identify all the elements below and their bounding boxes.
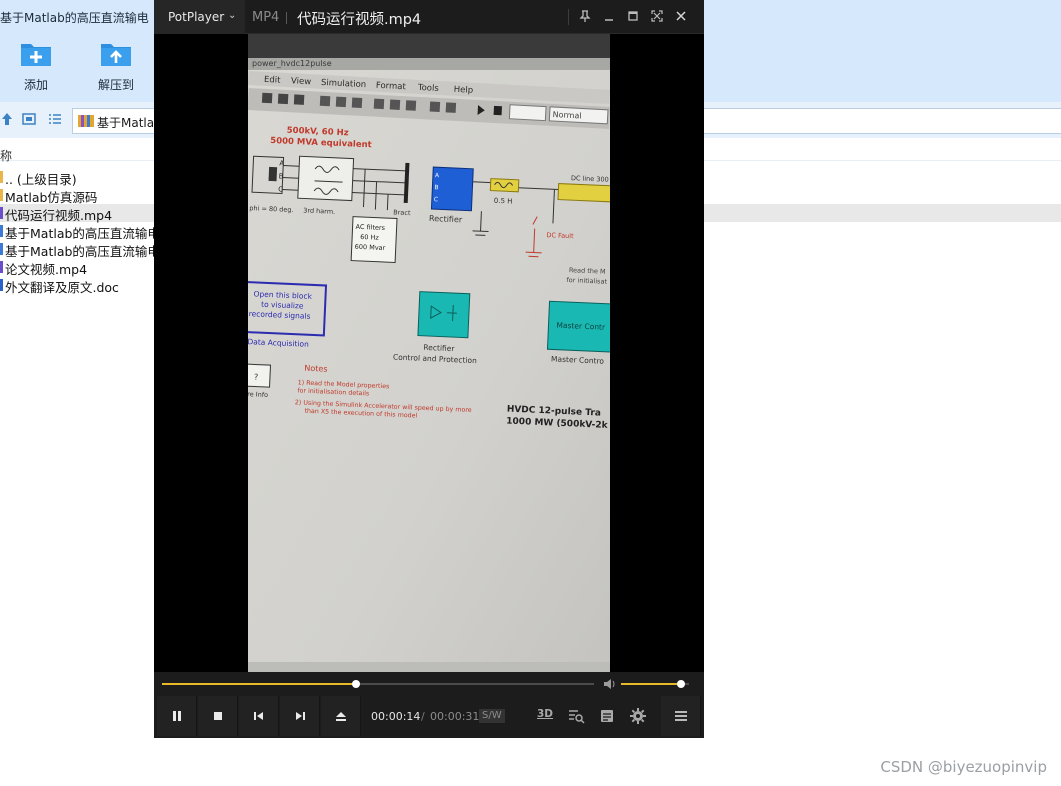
title-divider <box>286 12 287 24</box>
video-viewport[interactable]: power_hvdc12pulse Edit View Simulation F… <box>154 34 704 672</box>
svg-text:B: B <box>434 184 438 191</box>
current-time: 00:00:14 <box>371 710 421 723</box>
potplayer-window: PotPlayer ⌄ MP4 代码运行视频.mp4 power_hvdc12p… <box>154 0 704 738</box>
simulink-video-content: power_hvdc12pulse Edit View Simulation F… <box>248 34 610 672</box>
video-file-icon <box>0 207 3 219</box>
notes-title: Notes <box>304 364 327 374</box>
video-window-title: power_hvdc12pulse <box>252 59 332 68</box>
divider <box>568 9 569 25</box>
watermark: CSDN @biyezuopinvip <box>880 758 1047 776</box>
svg-text:C: C <box>434 196 439 203</box>
address-text: 基于Matlab <box>97 116 162 130</box>
settings-gear-icon[interactable] <box>629 707 647 725</box>
volume-icon[interactable] <box>603 678 617 690</box>
seekbar-area <box>154 672 704 696</box>
next-button[interactable] <box>280 696 320 736</box>
archive-icon <box>78 115 94 127</box>
ac-filter-label-1: AC filters <box>355 223 385 232</box>
harm-note: 3rd harm. <box>303 206 335 215</box>
ac-filter-label-3: 600 Mvar <box>355 243 386 252</box>
doc-file-icon <box>0 279 3 291</box>
dc-line-label: DC line 300 <box>571 174 609 184</box>
thumbnail-view-icon[interactable] <box>22 112 36 126</box>
open-block-2: to visualize <box>261 300 304 311</box>
stop-icon <box>214 712 222 720</box>
decoder-badge[interactable]: S/W <box>479 709 505 723</box>
add-label: 添加 <box>23 78 48 92</box>
archive-file-icon <box>0 225 3 237</box>
folder-icon <box>0 189 3 201</box>
folder-add-icon <box>20 41 52 67</box>
minimize-icon[interactable] <box>602 9 616 23</box>
player-titlebar[interactable]: PotPlayer ⌄ MP4 代码运行视频.mp4 <box>154 0 704 34</box>
read-model-1: Read the M <box>569 266 606 276</box>
player-controls: 00:00:14 / 00:00:31 S/W 3D <box>154 696 704 738</box>
seek-progress-fill <box>162 683 357 685</box>
app-menu-label: PotPlayer <box>168 10 225 24</box>
skip-previous-icon <box>254 712 263 720</box>
pause-button[interactable] <box>157 696 197 736</box>
window-controls <box>568 0 704 34</box>
subtitle-icon[interactable] <box>598 707 616 725</box>
file-name: 外文翻译及原文.doc <box>5 280 119 295</box>
open-file-button[interactable] <box>321 696 361 736</box>
ac-filter-label-2: 60 Hz <box>360 233 380 242</box>
close-icon[interactable] <box>674 9 688 23</box>
playlist-search-icon[interactable] <box>567 707 585 725</box>
rect-ctrl-1: Rectifier <box>423 343 455 353</box>
3d-button[interactable]: 3D <box>537 708 553 720</box>
seek-handle[interactable] <box>352 680 361 688</box>
archive-title: 基于Matlab的高压直流输电 <box>0 11 149 25</box>
extract-button[interactable]: 解压到 <box>86 41 146 99</box>
time-separator: / <box>421 710 425 723</box>
help-button-label: ? <box>254 372 259 381</box>
video-menu-format: Format <box>376 81 407 93</box>
extract-label: 解压到 <box>97 78 134 92</box>
volume-slider[interactable] <box>621 680 689 688</box>
media-title: 代码运行视频.mp4 <box>297 12 422 28</box>
pin-icon[interactable] <box>578 9 592 23</box>
eject-icon <box>336 712 346 721</box>
maximize-icon[interactable] <box>626 9 640 23</box>
more-info-label: ore Info <box>248 390 268 399</box>
archive-file-icon <box>0 243 3 255</box>
video-zoom-field: Normal <box>552 110 581 121</box>
skip-next-icon <box>296 712 305 720</box>
dc-fault-label: DC Fault <box>546 231 574 240</box>
video-menu-help: Help <box>454 85 474 96</box>
hamburger-menu-icon <box>675 711 687 721</box>
chevron-down-icon: ⌄ <box>228 10 237 21</box>
list-view-icon[interactable] <box>48 112 62 126</box>
video-menu-file: Edit <box>264 75 282 86</box>
total-time[interactable]: 00:00:31 <box>430 710 479 723</box>
inductor-label: 0.5 H <box>494 197 513 206</box>
folder-extract-icon <box>100 41 132 67</box>
seek-bar[interactable] <box>162 680 594 688</box>
app-menu-button[interactable]: PotPlayer ⌄ <box>154 0 245 34</box>
video-frame: power_hvdc12pulse Edit View Simulation F… <box>248 34 610 672</box>
format-label: MP4 <box>252 10 280 25</box>
stop-button[interactable] <box>198 696 238 736</box>
svg-text:B: B <box>279 172 284 180</box>
bract-label: Bract <box>393 208 411 217</box>
rectifier-label: Rectifier <box>429 214 463 224</box>
main-menu-button[interactable] <box>661 696 701 736</box>
volume-handle[interactable] <box>676 680 685 688</box>
fullscreen-icon[interactable] <box>650 9 664 23</box>
video-file-icon <box>0 261 3 273</box>
video-menu-view: View <box>291 76 312 87</box>
add-button[interactable]: 添加 <box>6 41 66 99</box>
previous-button[interactable] <box>239 696 279 736</box>
video-menu-tools: Tools <box>417 83 440 94</box>
folder-up-icon <box>0 171 3 183</box>
svg-text:A: A <box>279 159 284 167</box>
pause-icon <box>173 711 181 721</box>
volume-fill <box>621 683 681 685</box>
column-name-header[interactable]: 称 <box>0 147 12 164</box>
up-arrow-icon[interactable] <box>0 112 14 126</box>
